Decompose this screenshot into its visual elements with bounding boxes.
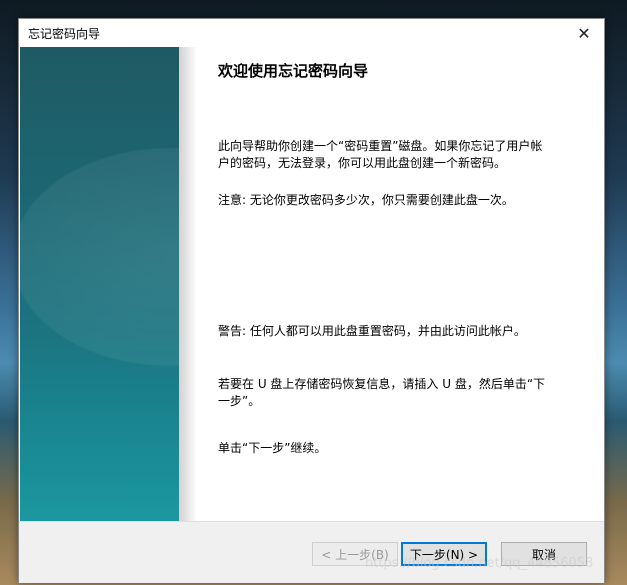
intro-text: 此向导帮助你创建一个“密码重置”磁盘。如果你忘记了用户帐户的密码，无法登录，你可… [218,139,543,170]
wizard-side-banner [20,47,197,521]
page-title: 欢迎使用忘记密码向导 [218,62,369,80]
warning-text: 警告: 任何人都可以用此盘重置密码，并由此访问此帐户。 [218,324,526,338]
watermark: https://blog.csdn.net/qq_44856058 [365,556,594,571]
continue-instruction-text: 单击“下一步”继续。 [218,441,327,455]
button-bar: < 上一步(B) 下一步(N) > 取消 [19,521,604,583]
close-button[interactable]: ✕ [564,19,604,47]
note-text: 注意: 无论你更改密码多少次，你只需要创建此盘一次。 [218,193,514,207]
window-title: 忘记密码向导 [28,27,101,41]
close-icon: ✕ [577,23,591,43]
usb-instruction-text: 若要在 U 盘上存储密码恢复信息，请插入 U 盘，然后单击“下一步”。 [218,377,546,408]
wizard-window: 忘记密码向导 ✕ 欢迎使用忘记密码向导 此向导帮助你创建一个“密码重置”磁盘。如… [18,18,605,583]
title-bar[interactable]: 忘记密码向导 ✕ [19,19,604,47]
wizard-content: 欢迎使用忘记密码向导 此向导帮助你创建一个“密码重置”磁盘。如果你忘记了用户帐户… [218,47,558,521]
